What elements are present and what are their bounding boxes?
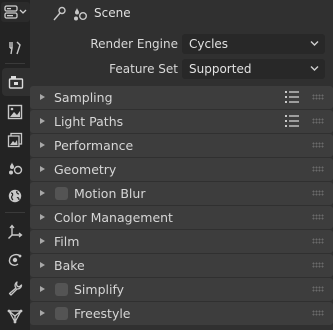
- expand-arrow-icon: [40, 238, 45, 244]
- panel-film[interactable]: Film: [30, 230, 333, 253]
- drag-handle-icon[interactable]: [312, 118, 324, 124]
- expand-arrow-icon: [40, 94, 45, 100]
- panel-sampling[interactable]: Sampling: [30, 86, 333, 109]
- drag-handle-icon[interactable]: [312, 310, 324, 316]
- panel-title: Motion Blur: [74, 186, 146, 201]
- expand-arrow-icon: [40, 286, 45, 292]
- render-properties: Render Engine Cycles Feature Set Support…: [30, 28, 333, 330]
- panel-title: Freestyle: [74, 306, 131, 321]
- physics-orbit-icon: [8, 253, 22, 266]
- drag-handle-icon[interactable]: [312, 286, 324, 292]
- panel-geometry[interactable]: Geometry: [30, 158, 333, 181]
- simplify-checkbox[interactable]: [55, 283, 68, 296]
- properties-tab-bar: [0, 0, 30, 330]
- editor-type-button[interactable]: [1, 2, 30, 22]
- drag-handle-icon[interactable]: [312, 190, 324, 196]
- properties-header: Scene: [30, 0, 333, 28]
- output-image-icon: [7, 104, 23, 120]
- panel-title: Sampling: [54, 90, 113, 105]
- drag-handle-icon[interactable]: [312, 94, 324, 100]
- render-engine-value: Cycles: [189, 37, 229, 51]
- tool-tab[interactable]: [0, 34, 30, 62]
- render-tab[interactable]: [2, 68, 30, 96]
- data-tab[interactable]: [0, 302, 30, 330]
- expand-arrow-icon: [40, 214, 45, 220]
- panel-color-management[interactable]: Color Management: [30, 206, 333, 229]
- drag-handle-icon[interactable]: [312, 166, 324, 172]
- panel-freestyle[interactable]: Freestyle: [30, 302, 333, 325]
- expand-arrow-icon: [40, 262, 45, 268]
- scene-tab[interactable]: [0, 154, 30, 182]
- world-icon: [8, 189, 22, 203]
- presets-list-icon[interactable]: [284, 90, 300, 104]
- feature-set-value: Supported: [189, 62, 252, 76]
- constraints-tab[interactable]: [0, 274, 30, 302]
- feature-set-row: Feature Set Supported: [30, 58, 333, 80]
- world-tab[interactable]: [0, 182, 30, 210]
- drag-handle-icon[interactable]: [312, 262, 324, 268]
- view-layer-tab[interactable]: [0, 126, 30, 154]
- output-tab[interactable]: [0, 98, 30, 126]
- render-engine-dropdown[interactable]: Cycles: [182, 34, 325, 54]
- panel-title: Film: [54, 234, 80, 249]
- feature-set-label: Feature Set: [109, 62, 178, 76]
- scene-icon: [9, 162, 23, 175]
- presets-list-icon[interactable]: [284, 114, 300, 128]
- tab-separator: [5, 63, 25, 64]
- panel-title: Light Paths: [54, 114, 124, 129]
- panel-title: Geometry: [54, 162, 117, 177]
- physics-tab[interactable]: [0, 246, 30, 274]
- object-tab[interactable]: [0, 218, 30, 246]
- properties-editor-icon: [4, 5, 18, 19]
- panel-title: Color Management: [54, 210, 173, 225]
- panel-performance[interactable]: Performance: [30, 134, 333, 157]
- mesh-data-icon: [7, 309, 23, 324]
- wrench-icon: [8, 281, 23, 296]
- chevron-down-icon: [310, 41, 319, 46]
- tab-separator: [5, 212, 25, 213]
- expand-arrow-icon: [40, 166, 45, 172]
- tool-icon: [9, 41, 21, 55]
- render-engine-label: Render Engine: [90, 37, 178, 51]
- panel-bake[interactable]: Bake: [30, 254, 333, 277]
- expand-arrow-icon: [40, 190, 45, 196]
- chevron-down-icon: [310, 66, 319, 71]
- pin-icon[interactable]: [52, 6, 66, 22]
- render-engine-row: Render Engine Cycles: [30, 33, 333, 55]
- view-layer-icon: [7, 132, 23, 148]
- drag-handle-icon[interactable]: [312, 214, 324, 220]
- chevron-down-icon: [19, 9, 27, 14]
- expand-arrow-icon: [40, 142, 45, 148]
- panel-motion-blur[interactable]: Motion Blur: [30, 182, 333, 205]
- object-axes-icon: [8, 224, 23, 239]
- panel-simplify[interactable]: Simplify: [30, 278, 333, 301]
- freestyle-checkbox[interactable]: [55, 307, 68, 320]
- render-camera-icon: [8, 76, 24, 89]
- panel-light-paths[interactable]: Light Paths: [30, 110, 333, 133]
- scene-breadcrumb: Scene: [94, 6, 131, 20]
- feature-set-dropdown[interactable]: Supported: [182, 59, 325, 79]
- expand-arrow-icon: [40, 118, 45, 124]
- drag-handle-icon[interactable]: [312, 238, 324, 244]
- panel-title: Simplify: [74, 282, 125, 297]
- drag-handle-icon[interactable]: [312, 142, 324, 148]
- scene-icon: [74, 7, 87, 21]
- panel-title: Performance: [54, 138, 134, 153]
- panel-title: Bake: [54, 258, 85, 273]
- expand-arrow-icon: [40, 310, 45, 316]
- motion-blur-checkbox[interactable]: [55, 187, 68, 200]
